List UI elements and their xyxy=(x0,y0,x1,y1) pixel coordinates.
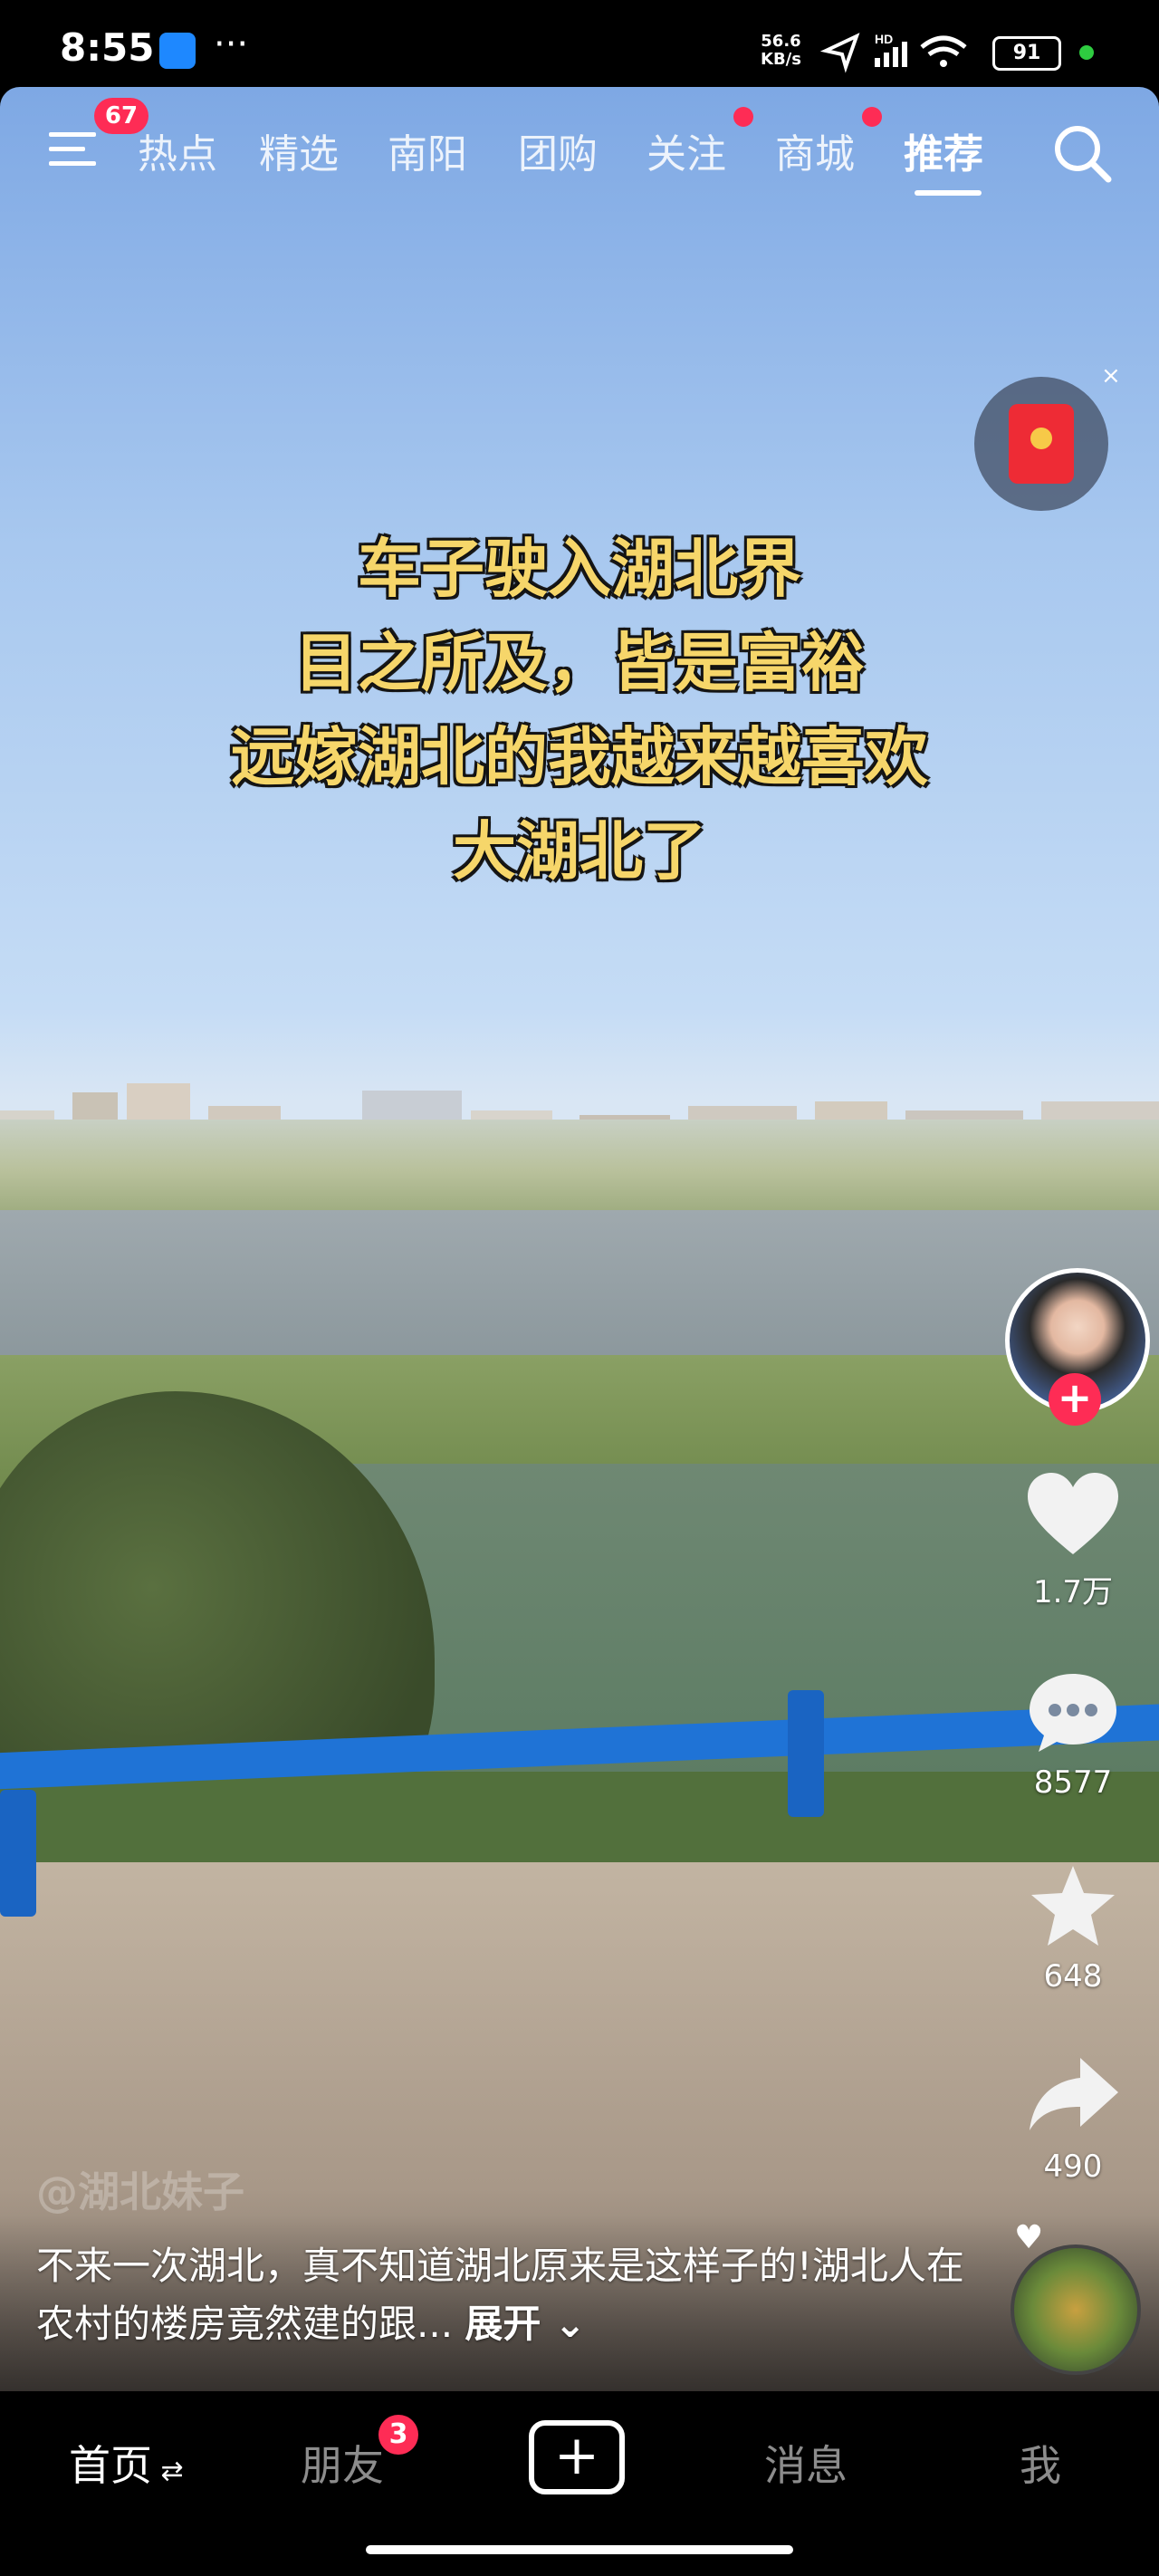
music-note-icon: ♥ xyxy=(1014,2219,1044,2256)
tab-nanyang[interactable]: 南阳 xyxy=(388,121,467,179)
heart-icon xyxy=(1028,1473,1118,1554)
tab-featured[interactable]: 精选 xyxy=(259,121,339,179)
tab-group-buy[interactable]: 团购 xyxy=(518,121,598,179)
bottom-nav: 首页 ⇄ 朋友 3 + 消息 我 xyxy=(0,2391,1159,2576)
tab-messages[interactable]: 消息 xyxy=(764,2433,848,2493)
red-packet-close-icon[interactable]: × xyxy=(1101,362,1121,389)
more-icon: ··· xyxy=(214,24,249,65)
caption-line: 大湖北了 xyxy=(453,814,706,889)
top-nav: 67 热点 精选 南阳 团购 关注 商城 推荐 xyxy=(0,98,1159,199)
expand-label: 展开 xyxy=(465,2302,541,2346)
tab-me[interactable]: 我 xyxy=(1020,2433,1061,2493)
rail-post xyxy=(0,1790,36,1917)
chevron-down-icon: ⌄ xyxy=(541,2302,587,2346)
comment-count: 8577 xyxy=(1033,1764,1113,1801)
red-packet-icon xyxy=(1009,404,1074,484)
home-indicator[interactable] xyxy=(366,2545,793,2554)
signal-icon xyxy=(875,58,880,67)
friends-badge: 3 xyxy=(378,2415,418,2455)
red-packet-button[interactable] xyxy=(974,377,1108,511)
share-button[interactable]: 490 xyxy=(1014,2052,1132,2185)
active-tab-indicator xyxy=(915,190,982,196)
mall-dot xyxy=(862,107,882,127)
rail-post xyxy=(788,1690,824,1817)
signal-wifi-icons: HD xyxy=(820,32,967,73)
music-disc[interactable] xyxy=(1011,2244,1141,2375)
tab-home-label: 首页 xyxy=(69,2441,152,2490)
location-icon xyxy=(820,33,860,73)
tab-mall[interactable]: 商城 xyxy=(775,121,855,179)
caption-line: 远嫁湖北的我越来越喜欢 xyxy=(231,720,928,794)
caption-line: 目之所及，皆是富裕 xyxy=(294,626,865,700)
red-packet-seal xyxy=(1030,428,1052,449)
star-icon xyxy=(1031,1866,1115,1946)
share-icon xyxy=(1030,2058,1118,2130)
search-icon[interactable] xyxy=(1050,121,1114,185)
add-post-button[interactable]: + xyxy=(529,2420,625,2494)
following-dot xyxy=(733,107,753,127)
status-time: 8:55 xyxy=(60,25,155,70)
network-speed: 56.6 KB/s xyxy=(761,33,801,69)
share-count: 490 xyxy=(1043,2148,1103,2185)
follow-button[interactable]: + xyxy=(1049,1373,1101,1426)
favorite-count: 648 xyxy=(1043,1958,1103,1994)
net-speed-value: 56.6 xyxy=(761,32,801,51)
status-bar: 8:55 ··· 56.6 KB/s HD 91 xyxy=(0,0,1159,87)
tab-home[interactable]: 首页 ⇄ xyxy=(69,2433,184,2493)
tab-hot[interactable]: 热点 xyxy=(138,121,217,179)
comment-button[interactable]: 8577 xyxy=(1014,1668,1132,1801)
like-count: 1.7万 xyxy=(1032,1574,1114,1610)
tab-recommend[interactable]: 推荐 xyxy=(904,121,983,179)
signal-label: HD xyxy=(875,32,893,46)
menu-icon[interactable] xyxy=(45,127,100,172)
tab-following[interactable]: 关注 xyxy=(647,121,726,179)
like-button[interactable]: 1.7万 xyxy=(1014,1471,1132,1611)
caption-line: 车子驶入湖北界 xyxy=(358,532,801,606)
video-description[interactable]: 不来一次湖北，真不知道湖北原来是这样子的!湖北人在农村的楼房竟然建的跟... 展… xyxy=(36,2237,996,2353)
favorite-button[interactable]: 648 xyxy=(1014,1862,1132,1994)
privacy-dot xyxy=(1079,45,1094,60)
app-icon xyxy=(159,33,196,69)
net-speed-unit: KB/s xyxy=(761,50,801,69)
battery-icon: 91 xyxy=(992,36,1061,71)
river xyxy=(0,1210,1159,1364)
author-name[interactable]: @湖北妹子 xyxy=(36,2159,244,2219)
comment-icon xyxy=(1030,1674,1116,1752)
expand-button[interactable]: 展开 ⌄ xyxy=(465,2302,586,2346)
refresh-icon: ⇄ xyxy=(152,2456,184,2487)
video-caption-overlay: 车子驶入湖北界 目之所及，皆是富裕 远嫁湖北的我越来越喜欢 大湖北了 xyxy=(0,522,1159,899)
tab-friends[interactable]: 朋友 xyxy=(301,2433,384,2493)
wifi-icon xyxy=(920,35,967,49)
